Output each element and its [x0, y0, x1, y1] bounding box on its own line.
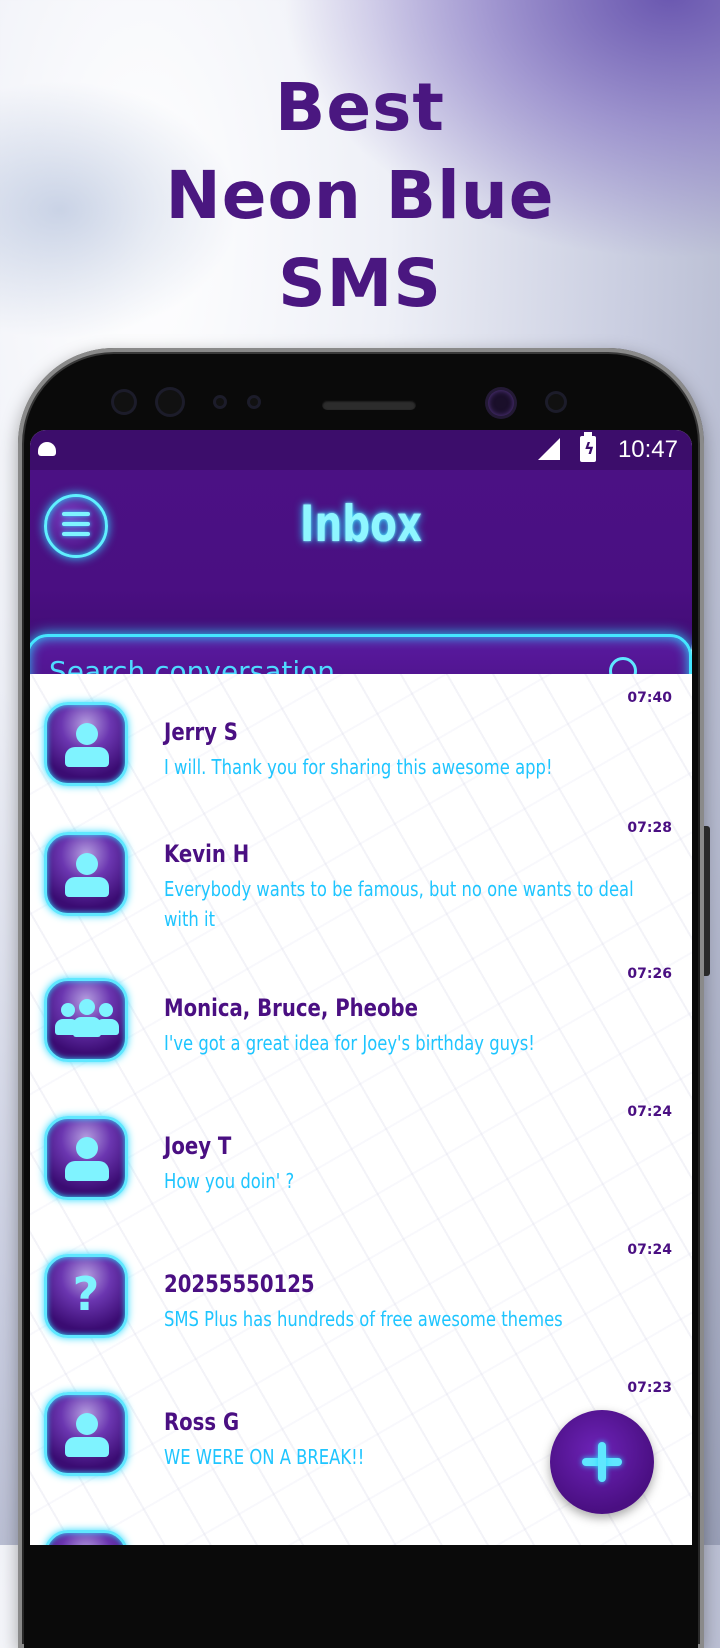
message-time: 07:40: [627, 690, 672, 706]
contact-name: 20255550125: [164, 1270, 315, 1298]
app-bar: Inbox: [30, 470, 692, 710]
android-notification-icon: [38, 442, 56, 456]
conversation-row[interactable]: Joey T How you doin' ? 07:24: [30, 1088, 692, 1226]
conversation-row[interactable]: Kevin H Everybody wants to be famous, bu…: [30, 804, 692, 942]
contact-name: Kevin H: [164, 840, 250, 868]
conversation-row[interactable]: ? 20255550125 SMS Plus has hundreds of f…: [30, 1226, 692, 1364]
signal-icon: [538, 438, 560, 460]
app-screen: ϟ 10:47 Inbox Jerry S I will. Thank you …: [30, 430, 692, 1545]
question-icon: ?: [44, 1254, 128, 1338]
contact-name: Ross G: [164, 1408, 240, 1436]
message-preview: How you doin' ?: [164, 1169, 295, 1193]
message-time: 07:23: [627, 1380, 672, 1396]
message-time: 07:24: [627, 1104, 672, 1120]
contact-name: Joey T: [164, 1132, 232, 1160]
status-bar: ϟ 10:47: [30, 430, 692, 470]
battery-charging-icon: ϟ: [580, 432, 596, 462]
headline-line-1: Best: [275, 69, 445, 146]
side-button: [704, 826, 710, 976]
conversation-row[interactable]: Jerry S I will. Thank you for sharing th…: [30, 674, 692, 812]
sensor-icon: [158, 390, 182, 414]
message-time: 07:28: [627, 820, 672, 836]
person-icon: [44, 1392, 128, 1476]
front-camera-icon: [114, 392, 134, 412]
headline-line-3: SMS: [278, 245, 442, 322]
headline-line-2: Neon Blue: [165, 157, 555, 234]
message-time: 07:26: [627, 966, 672, 982]
camera-lens-icon: [548, 394, 564, 410]
new-message-button[interactable]: [550, 1410, 654, 1514]
hamburger-menu-icon[interactable]: [44, 494, 108, 558]
person-icon: [44, 1530, 128, 1545]
sensor-dot-icon: [216, 398, 224, 406]
message-time: 07:24: [627, 1242, 672, 1258]
iris-scanner-icon: [488, 390, 514, 416]
status-time: 10:47: [617, 436, 678, 463]
sensor-dot-icon: [250, 398, 258, 406]
promo-headline: Best Neon Blue SMS: [0, 64, 720, 328]
message-preview: SMS Plus has hundreds of free awesome th…: [164, 1307, 563, 1331]
message-preview: Everybody wants to be famous, but no one…: [164, 877, 634, 931]
page-title: Inbox: [299, 495, 423, 553]
contact-name: Jerry S: [164, 718, 238, 746]
group-icon: [44, 978, 128, 1062]
person-icon: [44, 832, 128, 916]
person-icon: [44, 1116, 128, 1200]
contact-name: Monica, Bruce, Pheobe: [164, 994, 418, 1022]
message-preview: I will. Thank you for sharing this aweso…: [164, 755, 553, 779]
message-preview: I've got a great idea for Joey's birthda…: [164, 1031, 535, 1055]
conversation-row[interactable]: Monica, Bruce, Pheobe I've got a great i…: [30, 950, 692, 1088]
earpiece-speaker: [322, 400, 416, 410]
person-icon: [44, 702, 128, 786]
